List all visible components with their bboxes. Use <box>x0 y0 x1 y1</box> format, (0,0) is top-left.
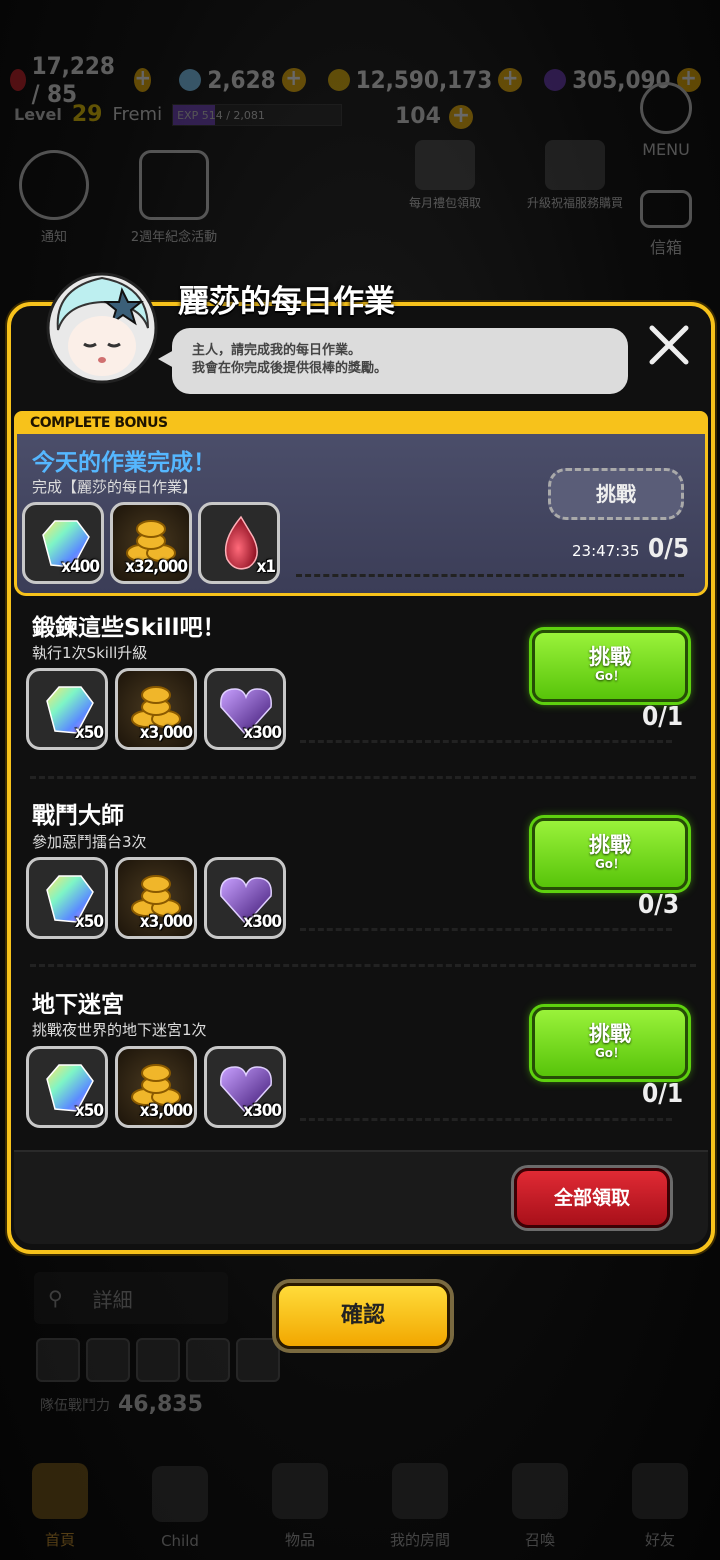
level-value: 29 <box>71 102 103 127</box>
nav-summon[interactable]: 召喚 <box>490 1463 590 1550</box>
reward-slot[interactable]: x50 <box>26 857 108 939</box>
divider <box>300 1118 672 1121</box>
pack-icons: 每月禮包領取 升級祝福服務購買 <box>400 140 630 211</box>
team-card[interactable] <box>36 1338 80 1382</box>
event-icons: 通知 2週年紀念活動 <box>14 150 234 245</box>
home-icon <box>32 1463 88 1519</box>
task-progress: 0/3 <box>638 890 680 920</box>
close-icon[interactable] <box>646 322 692 368</box>
room-icon <box>392 1463 448 1519</box>
team-card[interactable] <box>136 1338 180 1382</box>
divider <box>300 928 672 931</box>
gift-box-icon <box>415 140 475 190</box>
menu-button[interactable]: MENU <box>638 82 694 159</box>
reward-slot[interactable]: x400 <box>22 502 104 584</box>
blessing-icon <box>545 140 605 190</box>
divider <box>300 740 672 743</box>
task-subtitle: 參加惡鬥擂台3次 <box>32 833 147 851</box>
dialog-title: 麗莎的每日作業 <box>178 284 395 320</box>
add-gems-button[interactable]: + <box>281 68 306 92</box>
level-row: Level 29 Fremi EXP 514 / 2,081 <box>14 102 343 127</box>
energy-counter: 104 + <box>395 104 473 129</box>
exp-bar: EXP 514 / 2,081 <box>172 103 343 126</box>
reward-slot[interactable]: x300 <box>204 1046 286 1128</box>
task-subtitle: 執行1次Skill升級 <box>32 644 148 662</box>
friends-icon <box>632 1463 688 1519</box>
speech-bubble: 主人，請完成我的每日作業。 我會在你完成後提供很棒的獎勵。 <box>158 328 628 394</box>
task-title: 戰鬥大師 <box>32 803 124 829</box>
level-pack-button[interactable]: 升級祝福服務購買 <box>520 140 630 211</box>
anniversary-icon <box>139 150 209 220</box>
claim-all-button[interactable]: 全部領取 <box>514 1168 670 1228</box>
bonus-timer: 23:47:35 <box>572 542 640 560</box>
reward-slot[interactable]: x50 <box>26 1046 108 1128</box>
add-gold-button[interactable]: + <box>498 68 523 92</box>
nav-child[interactable]: Child <box>130 1466 230 1550</box>
gear-icon <box>640 82 692 134</box>
resource-bar: 17,228 / 85 + 2,628 + 12,590,173 + 305,0… <box>10 52 701 108</box>
team-power: 隊伍戰鬥力 46,835 <box>40 1392 203 1417</box>
reward-slot[interactable]: x3,000 <box>115 1046 197 1128</box>
task-progress: 0/1 <box>642 1079 684 1109</box>
complete-bonus-header: COMPLETE BONUS <box>14 411 708 435</box>
task-challenge-button[interactable]: 挑戰 Go！ <box>532 630 688 702</box>
add-energy-button[interactable]: + <box>448 104 473 129</box>
event-notice-button[interactable]: 通知 <box>14 150 94 245</box>
reward-slot[interactable]: x1 <box>198 502 280 584</box>
task-subtitle: 挑戰夜世界的地下迷宮1次 <box>32 1021 207 1039</box>
gold-counter: 12,590,173 + <box>327 66 523 94</box>
nav-equipment[interactable]: 物品 <box>250 1463 350 1550</box>
gem-icon <box>179 69 202 91</box>
search-button[interactable]: ⚲ 詳細 <box>34 1272 228 1324</box>
task-challenge-button[interactable]: 挑戰 Go！ <box>532 818 688 890</box>
confirm-button[interactable]: 確認 <box>276 1283 450 1349</box>
divider <box>296 574 684 577</box>
monthly-pack-button[interactable]: 每月禮包領取 <box>400 140 490 211</box>
team-card[interactable] <box>186 1338 230 1382</box>
add-stamina-button[interactable]: + <box>134 68 152 92</box>
summon-icon <box>512 1463 568 1519</box>
bonus-subtitle: 完成【麗莎的每日作業】 <box>32 478 198 496</box>
gem-counter: 2,628 + <box>179 66 306 94</box>
bottom-nav: 首頁 Child 物品 我的房間 召喚 好友 <box>0 1442 720 1560</box>
team-card[interactable] <box>86 1338 130 1382</box>
bonus-title: 今天的作業完成！ <box>32 450 216 476</box>
nav-friends[interactable]: 好友 <box>610 1463 710 1550</box>
reward-slot[interactable]: x300 <box>204 857 286 939</box>
mail-button[interactable]: 信箱 <box>638 190 694 258</box>
divider <box>30 776 696 779</box>
equipment-icon <box>272 1463 328 1519</box>
coin-icon <box>327 69 350 91</box>
lisa-avatar <box>46 272 158 384</box>
task-title: 地下迷宮 <box>32 992 124 1018</box>
reward-slot[interactable]: x3,000 <box>115 668 197 750</box>
reward-slot[interactable]: x3,000 <box>115 857 197 939</box>
reward-slot[interactable]: x50 <box>26 668 108 750</box>
ticket-icon <box>544 69 567 91</box>
reward-slot[interactable]: x300 <box>204 668 286 750</box>
stamina-counter: 17,228 / 85 + <box>10 52 152 108</box>
team-card[interactable] <box>236 1338 280 1382</box>
search-icon: ⚲ <box>48 1286 63 1310</box>
nav-home[interactable]: 首頁 <box>10 1463 110 1550</box>
mail-icon <box>640 190 692 228</box>
task-challenge-button[interactable]: 挑戰 Go！ <box>532 1007 688 1079</box>
level-label: Level <box>14 105 62 124</box>
task-progress: 0/1 <box>642 702 684 732</box>
anniversary-button[interactable]: 2週年紀念活動 <box>114 150 234 245</box>
event-icon <box>19 150 89 220</box>
bonus-challenge-button[interactable]: 挑戰 <box>548 468 684 520</box>
divider <box>30 964 696 967</box>
team-cards <box>36 1338 280 1382</box>
player-name: Fremi <box>112 104 163 125</box>
nav-room[interactable]: 我的房間 <box>370 1463 470 1550</box>
heart-icon <box>10 69 26 91</box>
bonus-progress: 0/5 <box>648 534 690 564</box>
child-icon <box>152 1466 208 1522</box>
reward-slot[interactable]: x32,000 <box>110 502 192 584</box>
task-title: 鍛鍊這些Skill吧！ <box>32 615 226 641</box>
